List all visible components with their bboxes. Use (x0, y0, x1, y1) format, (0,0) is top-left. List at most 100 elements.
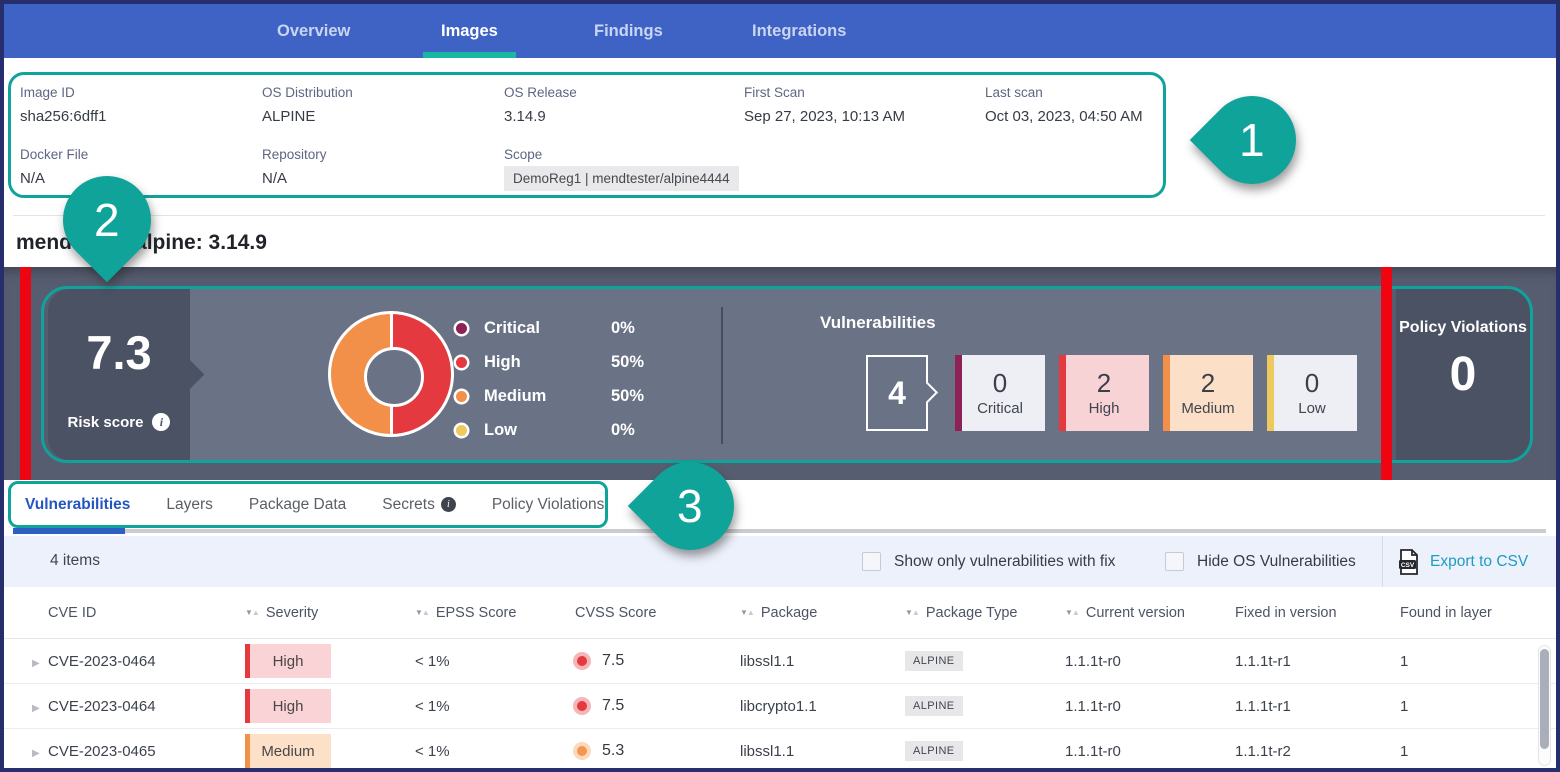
severity-card-medium: 2 Medium (1163, 355, 1253, 431)
low-dot-icon (456, 425, 467, 436)
risk-score-info-icon[interactable]: i (152, 413, 170, 431)
column-header-severity[interactable]: ▼▲ Severity (245, 605, 415, 621)
title-divider (13, 215, 1545, 216)
strip-section-divider (721, 307, 723, 444)
meta-field-os-release: OS Release 3.14.9 (504, 85, 577, 125)
package-cell: libssl1.1 (740, 743, 905, 760)
column-header-fixed-in-version: Fixed in version (1235, 605, 1400, 621)
cve-id-cell: CVE-2023-0464 (48, 653, 245, 670)
fixed-in-version-cell: 1.1.1t-r1 (1235, 653, 1400, 670)
package-type-chip: ALPINE (905, 651, 963, 671)
nav-tab-overview[interactable]: Overview (277, 4, 350, 58)
epss-score-cell: < 1% (415, 653, 575, 670)
nav-tab-findings[interactable]: Findings (594, 4, 663, 58)
package-cell: libssl1.1 (740, 653, 905, 670)
medium-color-bar (1163, 355, 1170, 431)
meta-field-first-scan: First Scan Sep 27, 2023, 10:13 AM (744, 85, 905, 125)
nav-tab-images[interactable]: Images (441, 4, 498, 58)
cvss-score-cell: 5.3 (575, 742, 740, 760)
sort-icons[interactable]: ▼▲ (740, 609, 754, 617)
policy-violations-box: Policy Violations 0 (1396, 289, 1530, 460)
severity-legend: Critical 0% High 50% Medium 50% Low 0% (456, 311, 644, 447)
hide-os-vulnerabilities-label: Hide OS Vulnerabilities (1197, 553, 1356, 571)
high-dot-icon (456, 357, 467, 368)
row-expander-icon[interactable]: ▶ (32, 703, 40, 714)
tab-underline-track (125, 529, 1546, 533)
active-tab-underline (13, 528, 125, 534)
csv-file-icon: CSV (1398, 549, 1420, 575)
tab-policy-violations[interactable]: Policy Violations (492, 496, 605, 514)
column-header-package[interactable]: ▼▲ Package (740, 605, 905, 621)
current-version-cell: 1.1.1t-r0 (1065, 743, 1235, 760)
meta-field-repository: Repository N/A (262, 147, 327, 187)
sort-icons[interactable]: ▼▲ (415, 609, 429, 617)
table-scrollbar-thumb[interactable] (1540, 649, 1549, 749)
table-filter-bar: 4 items Show only vulnerabilities with f… (4, 536, 1556, 587)
meta-field-scope: Scope DemoReg1 | mendtester/alpine4444 (504, 147, 739, 191)
annotation-callout-3: 3 (646, 462, 734, 550)
low-color-bar (1267, 355, 1274, 431)
column-header-epss-score[interactable]: ▼▲ EPSS Score (415, 605, 575, 621)
export-to-csv-button[interactable]: CSV Export to CSV (1398, 549, 1528, 575)
medium-dot-icon (456, 391, 467, 402)
risk-score-value: 7.3 (48, 325, 190, 380)
package-cell: libcrypto1.1 (740, 698, 905, 715)
legend-item-critical: Critical 0% (456, 311, 644, 345)
show-only-fix-checkbox[interactable] (862, 552, 881, 571)
hide-os-vulnerabilities-checkbox[interactable] (1165, 552, 1184, 571)
annotation-callout-2: 2 (63, 176, 151, 264)
row-expander-icon[interactable]: ▶ (32, 658, 40, 669)
sort-icons[interactable]: ▼▲ (905, 609, 919, 617)
tab-vulnerabilities[interactable]: Vulnerabilities (25, 496, 130, 514)
sort-icons[interactable]: ▼▲ (245, 609, 259, 617)
table-row[interactable]: ▶ CVE-2023-0464 High < 1% 7.5 libcrypto1… (4, 684, 1556, 729)
cvss-severity-dot-icon (577, 746, 587, 756)
callout-pin-icon: 3 (628, 444, 752, 568)
column-header-current-version[interactable]: ▼▲ Current version (1065, 605, 1235, 621)
vulnerability-table-body: ▶ CVE-2023-0464 High < 1% 7.5 libssl1.1 … (4, 639, 1556, 772)
meta-field-image-id: Image ID sha256:6dff1 (20, 85, 106, 125)
epss-score-cell: < 1% (415, 743, 575, 760)
tab-package-data[interactable]: Package Data (249, 496, 346, 514)
vulnerability-table-header: CVE ID ▼▲ Severity ▼▲ EPSS Score CVSS Sc… (4, 587, 1556, 639)
top-nav: Overview Images Findings Integrations (4, 4, 1556, 58)
row-expander-icon[interactable]: ▶ (32, 748, 40, 759)
filter-bar-divider (1382, 536, 1383, 587)
severity-badge: Medium (245, 734, 331, 768)
current-version-cell: 1.1.1t-r0 (1065, 653, 1235, 670)
cvss-severity-dot-icon (577, 656, 587, 666)
nav-tab-integrations[interactable]: Integrations (752, 4, 846, 58)
risk-score-box: 7.3 Risk score i (48, 289, 190, 460)
cve-id-cell: CVE-2023-0465 (48, 743, 245, 760)
fixed-in-version-cell: 1.1.1t-r2 (1235, 743, 1400, 760)
red-stripe-right (1381, 267, 1392, 480)
container-image-scan-page: Overview Images Findings Integrations Im… (0, 0, 1560, 772)
table-scrollbar-track[interactable] (1538, 645, 1551, 766)
tab-secrets[interactable]: Secrets i (382, 496, 456, 514)
severity-card-high: 2 High (1059, 355, 1149, 431)
cve-id-cell: CVE-2023-0464 (48, 698, 245, 715)
found-in-layer-cell: 1 (1400, 698, 1556, 715)
severity-donut (328, 311, 454, 437)
items-count: 4 items (50, 552, 100, 570)
cvss-score-cell: 7.5 (575, 652, 740, 670)
detail-tabs: Vulnerabilities Layers Package Data Secr… (8, 481, 608, 528)
vulnerabilities-total-box: 4 (866, 355, 928, 431)
severity-card-low: 0 Low (1267, 355, 1357, 431)
column-header-package-type[interactable]: ▼▲ Package Type (905, 605, 1065, 621)
package-type-chip: ALPINE (905, 741, 963, 761)
meta-field-os-distribution: OS Distribution ALPINE (262, 85, 353, 125)
secrets-info-icon[interactable]: i (441, 497, 456, 512)
tab-layers[interactable]: Layers (166, 496, 213, 514)
severity-badge: High (245, 644, 331, 678)
critical-color-bar (955, 355, 962, 431)
legend-item-low: Low 0% (456, 413, 644, 447)
red-stripe-left (20, 267, 31, 480)
found-in-layer-cell: 1 (1400, 653, 1556, 670)
sort-icons[interactable]: ▼▲ (1065, 609, 1079, 617)
epss-score-cell: < 1% (415, 698, 575, 715)
table-row[interactable]: ▶ CVE-2023-0464 High < 1% 7.5 libssl1.1 … (4, 639, 1556, 684)
column-header-cvss-score: CVSS Score (575, 605, 740, 621)
table-row[interactable]: ▶ CVE-2023-0465 Medium < 1% 5.3 libssl1.… (4, 729, 1556, 772)
severity-badge: High (245, 689, 331, 723)
